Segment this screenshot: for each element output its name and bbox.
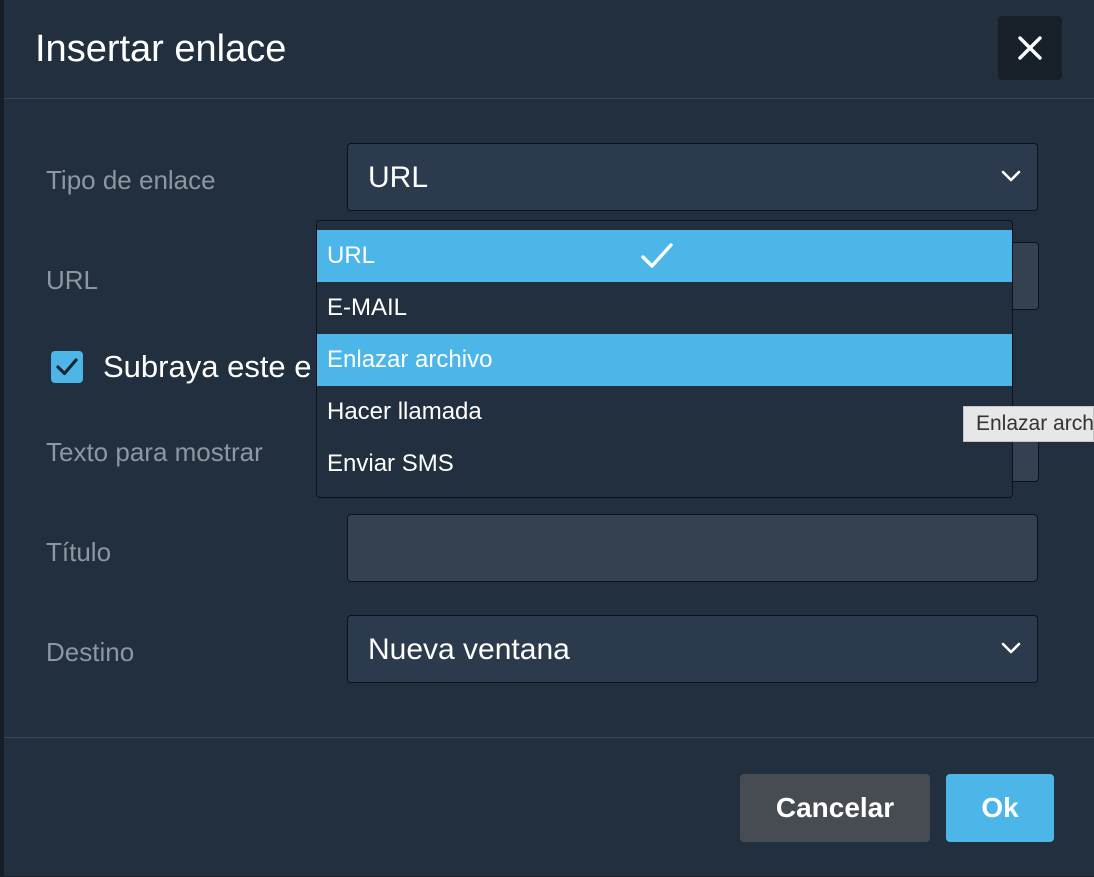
checkmark-icon (56, 358, 78, 376)
insert-link-dialog: Insertar enlace Tipo de enlace URL URL S… (4, 0, 1094, 876)
option-tooltip: Enlazar arch (963, 406, 1094, 442)
dropdown-option-label: URL (327, 242, 376, 269)
underline-checkbox-label[interactable]: Subraya este e (103, 346, 312, 388)
title-input[interactable] (347, 514, 1038, 582)
dialog-footer: Cancelar Ok (4, 737, 1094, 877)
link-type-dropdown-menu: URL E-MAIL Enlazar archivo Hacer llamada… (316, 220, 1013, 498)
tooltip-text: Enlazar arch (976, 412, 1094, 435)
close-button[interactable] (998, 16, 1062, 80)
dropdown-option-email[interactable]: E-MAIL (317, 282, 1012, 334)
dropdown-option-label: Enviar SMS (327, 450, 454, 477)
close-icon (1018, 36, 1042, 60)
title-label: Título (46, 537, 112, 567)
ok-button[interactable]: Ok (946, 774, 1054, 842)
cancel-button[interactable]: Cancelar (740, 774, 930, 842)
target-select[interactable]: Nueva ventana (347, 615, 1038, 683)
dropdown-option-sms[interactable]: Enviar SMS (317, 438, 1012, 490)
check-icon (641, 243, 673, 268)
dialog-title: Insertar enlace (35, 28, 287, 70)
chevron-down-icon (1001, 170, 1021, 182)
dropdown-option-link-file[interactable]: Enlazar archivo (317, 334, 1012, 386)
link-type-value: URL (368, 161, 429, 194)
dropdown-option-label: Hacer llamada (327, 398, 482, 425)
target-label: Destino (46, 637, 135, 667)
url-label: URL (46, 265, 99, 295)
link-type-label: Tipo de enlace (46, 165, 216, 195)
dropdown-option-label: E-MAIL (327, 294, 408, 321)
link-type-select[interactable]: URL (347, 143, 1038, 211)
dialog-header: Insertar enlace (4, 0, 1094, 99)
dropdown-option-url[interactable]: URL (317, 230, 1012, 282)
dropdown-option-label: Enlazar archivo (327, 346, 493, 373)
target-value: Nueva ventana (368, 633, 570, 666)
chevron-down-icon (1001, 642, 1021, 654)
underline-checkbox[interactable] (51, 351, 83, 383)
dropdown-option-call[interactable]: Hacer llamada (317, 386, 1012, 438)
display-text-label: Texto para mostrar (46, 437, 263, 467)
